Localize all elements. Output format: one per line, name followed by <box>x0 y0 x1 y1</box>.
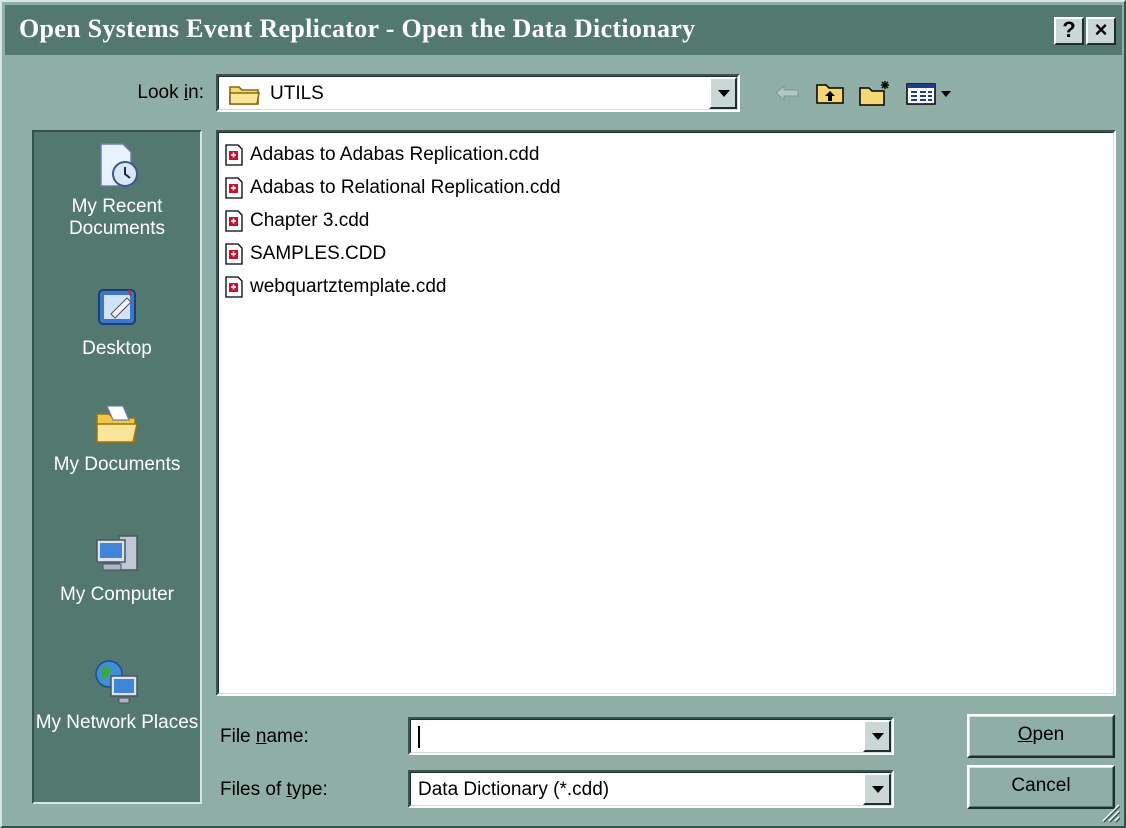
close-button[interactable]: × <box>1086 17 1116 45</box>
up-one-level-icon[interactable] <box>810 76 850 110</box>
my-computer-icon <box>96 535 138 571</box>
chevron-down-icon <box>872 786 884 793</box>
files-of-type-value: Data Dictionary (*.cdd) <box>418 779 610 800</box>
place-my-recent-documents[interactable]: My Recent Documents <box>34 140 200 240</box>
recent-documents-icon <box>100 143 138 187</box>
chevron-down-icon <box>718 90 730 97</box>
place-label: My Documents <box>53 454 181 475</box>
text-cursor <box>418 726 420 748</box>
file-name: Adabas to Adabas Replication.cdd <box>250 144 540 165</box>
place-my-computer[interactable]: My Computer <box>34 528 200 606</box>
open-button[interactable]: Open <box>967 714 1115 758</box>
place-desktop[interactable]: Desktop <box>34 282 200 360</box>
look-in-label: Look in: <box>137 82 204 103</box>
places-bar: My Recent Documents Desktop My Documents <box>32 130 202 804</box>
resize-grip-icon[interactable] <box>1099 801 1121 823</box>
place-label: My Network Places <box>35 712 199 733</box>
list-item[interactable]: Chapter 3.cdd <box>224 206 369 236</box>
file-name: SAMPLES.CDD <box>250 243 387 264</box>
file-list[interactable]: Adabas to Adabas Replication.cdd Adabas … <box>216 130 1116 696</box>
cdd-file-icon <box>225 210 243 232</box>
my-documents-icon <box>96 405 138 443</box>
file-name-field[interactable] <box>408 717 894 755</box>
list-item[interactable]: SAMPLES.CDD <box>224 239 386 269</box>
files-of-type-label: Files of type: <box>220 779 328 800</box>
folder-icon <box>228 83 262 113</box>
desktop-icon <box>98 289 136 325</box>
file-name: Chapter 3.cdd <box>250 210 370 231</box>
place-my-network-places[interactable]: My Network Places <box>34 656 200 734</box>
look-in-value: UTILS <box>270 83 324 104</box>
place-label: My Computer <box>59 584 175 605</box>
files-of-type-dropdown-button[interactable] <box>863 773 891 805</box>
create-new-folder-icon[interactable] <box>854 76 896 110</box>
window-title: Open Systems Event Replicator - Open the… <box>19 14 696 43</box>
title-bar[interactable]: Open Systems Event Replicator - Open the… <box>5 5 1122 55</box>
files-of-type-dropdown[interactable]: Data Dictionary (*.cdd) <box>408 770 894 808</box>
cancel-button[interactable]: Cancel <box>967 765 1115 809</box>
file-name-label: File name: <box>220 726 309 747</box>
list-item[interactable]: Adabas to Adabas Replication.cdd <box>224 140 539 170</box>
look-in-dropdown-button[interactable] <box>709 77 737 109</box>
place-label: Desktop <box>82 338 152 359</box>
open-dialog: Open Systems Event Replicator - Open the… <box>0 0 1126 828</box>
chevron-down-icon <box>872 733 884 740</box>
help-button[interactable]: ? <box>1054 17 1084 45</box>
network-places-icon <box>95 660 138 704</box>
look-in-dropdown[interactable]: UTILS <box>216 74 740 112</box>
place-my-documents[interactable]: My Documents <box>34 398 200 476</box>
cdd-file-icon <box>225 144 243 166</box>
cdd-file-icon <box>225 243 243 265</box>
list-item[interactable]: webquartztemplate.cdd <box>224 272 446 302</box>
list-item[interactable]: Adabas to Relational Replication.cdd <box>224 173 561 203</box>
cdd-file-icon <box>225 276 243 298</box>
views-menu-icon[interactable] <box>902 76 960 110</box>
place-label: My Recent Documents <box>68 196 166 239</box>
file-name: webquartztemplate.cdd <box>250 276 447 297</box>
cdd-file-icon <box>225 177 243 199</box>
file-name-dropdown-button[interactable] <box>863 720 891 752</box>
back-arrow-icon[interactable] <box>770 76 804 110</box>
file-name: Adabas to Relational Replication.cdd <box>250 177 561 198</box>
